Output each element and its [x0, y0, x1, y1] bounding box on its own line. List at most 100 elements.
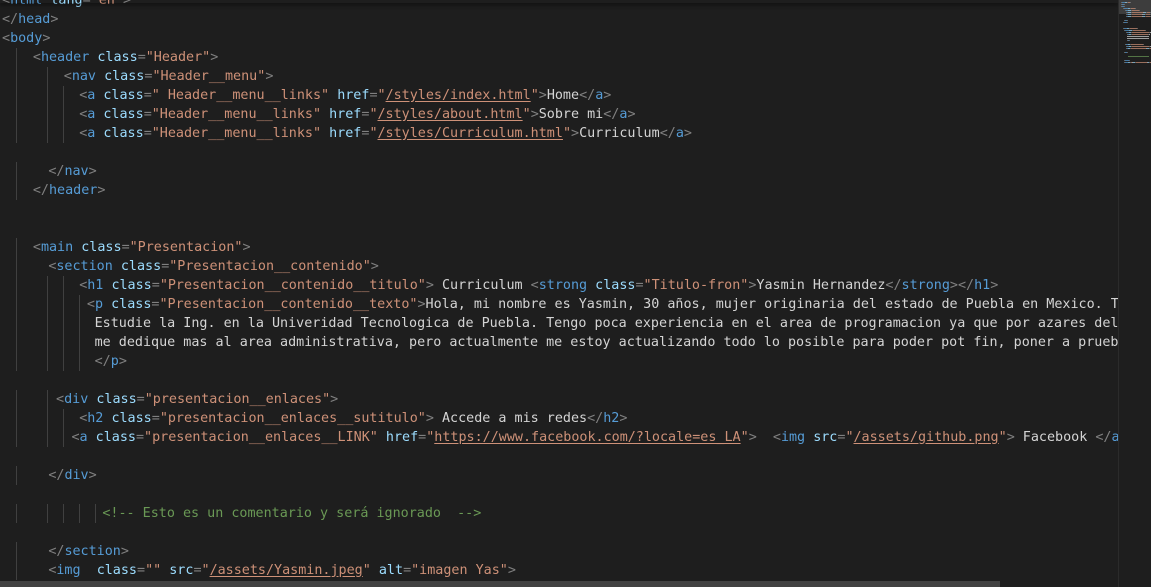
code-line[interactable]: <main class="Presentacion"> — [33, 238, 251, 257]
minimap[interactable] — [1118, 0, 1151, 587]
code-line[interactable]: <!-- Esto es un comentario y será ignora… — [102, 504, 481, 523]
code-line[interactable]: </p> — [95, 352, 127, 371]
code-token-punc: > — [97, 182, 106, 198]
code-token-punc: > — [122, 0, 131, 8]
indent-guide — [63, 275, 64, 295]
code-token-text: me dedique mas al area administrativa, p… — [94, 334, 1118, 350]
code-token-tag: p — [94, 296, 112, 312]
code-line[interactable]: <a class="Header__menu__links" href="/st… — [79, 105, 635, 124]
code-line[interactable]: <a class="Header__menu__links" href="/st… — [79, 124, 692, 143]
code-token-attr: class — [81, 239, 122, 255]
code-token-tag: main — [40, 239, 82, 255]
code-token-attr: href — [385, 429, 419, 445]
code-line[interactable]: <h1 class="Presentacion__contenido__titu… — [79, 276, 998, 295]
code-token-punc: = — [136, 391, 145, 407]
code-token-tag: a — [87, 106, 104, 122]
indent-guide — [63, 104, 64, 124]
code-token-punc: < — [71, 429, 80, 445]
indent-guide — [16, 541, 17, 561]
minimap-stroke — [1131, 44, 1143, 45]
indent-guide — [47, 408, 48, 428]
code-line[interactable]: </section> — [48, 542, 129, 561]
code-line[interactable]: <img class="" src="/assets/Yasmin.jpeg" … — [48, 561, 516, 580]
indent-guide — [47, 351, 48, 371]
code-token-tag: nav — [64, 163, 89, 179]
indent-guide — [63, 427, 64, 447]
code-line[interactable]: <a class="presentacion__enlaces__LINK" h… — [71, 428, 1118, 447]
code-token-punc: > — [507, 562, 516, 578]
code-token-str: "Header__menu" — [152, 68, 266, 84]
code-line[interactable]: </nav> — [48, 162, 96, 181]
code-token-punc: > — [683, 125, 692, 141]
code-token-punc: > — [425, 410, 434, 426]
code-line[interactable]: <section class="Presentacion__contenido"… — [48, 257, 379, 276]
minimap-stroke — [1138, 10, 1140, 11]
code-token-tag: div — [64, 391, 97, 407]
code-token-tag: section — [56, 258, 121, 274]
code-token-attr: lang — [50, 0, 83, 8]
code-line[interactable]: </div> — [48, 466, 96, 485]
code-token-punc: </ — [48, 467, 65, 483]
code-token-punc: > — [242, 239, 251, 255]
code-token-stru: https://www.facebook.com/?locale=es_LA — [434, 429, 741, 445]
code-line[interactable]: </header> — [33, 181, 106, 200]
code-token-str: " — [845, 429, 854, 445]
minimap-stroke — [1126, 52, 1128, 53]
code-token-tag: html — [10, 0, 51, 8]
code-line[interactable]: <a class=" Header__menu__links" href="/s… — [79, 86, 611, 105]
code-token-tag: strong — [538, 277, 596, 293]
code-token-str: "Header" — [145, 49, 211, 65]
code-token-punc: > — [425, 277, 434, 293]
code-token-text: Hola, mi nombre es Yasmin, 30 años, muje… — [425, 296, 1118, 312]
horizontal-scrollbar-thumb[interactable] — [0, 581, 1000, 587]
code-token-attr: class — [96, 391, 137, 407]
code-token-stru: /assets/github.png — [853, 429, 999, 445]
code-token-tag: a — [79, 429, 96, 445]
code-token-punc: > — [748, 429, 757, 445]
code-token-str: " — [377, 87, 386, 103]
code-line[interactable]: me dedique mas al area administrativa, p… — [95, 333, 1118, 352]
code-line[interactable]: <h2 class="presentacion__enlaces__sutitu… — [79, 409, 627, 428]
code-line[interactable]: <html lang="en"> — [2, 0, 131, 10]
code-token-punc: </ — [48, 163, 65, 179]
indent-guide — [47, 85, 48, 105]
code-token-tag: div — [64, 467, 89, 483]
minimap-stroke — [1131, 14, 1142, 15]
indent-guide — [79, 503, 80, 523]
indent-guide — [16, 351, 17, 371]
code-line[interactable]: </head> — [2, 10, 58, 29]
code-line[interactable]: <header class="Header"> — [33, 48, 218, 67]
minimap-stroke — [1132, 30, 1145, 31]
indent-guide — [47, 427, 48, 447]
code-token-punc: = — [635, 277, 644, 293]
code-line[interactable]: <p class="Presentacion__contenido__texto… — [87, 295, 1118, 314]
code-line[interactable]: <nav class="Header__menu"> — [64, 67, 274, 86]
indent-guide — [47, 332, 48, 352]
code-token-punc: = — [418, 429, 427, 445]
code-line[interactable]: <body> — [2, 29, 50, 48]
code-token-text: Yasmin Hernandez — [756, 277, 886, 293]
code-token-stru: /styles/Curriculum.html — [377, 125, 563, 141]
code-token-str: "presentacion__enlaces__sutitulo" — [159, 410, 426, 426]
code-token-attr: class — [96, 562, 137, 578]
code-token-attr: class — [111, 296, 152, 312]
indent-guide — [63, 313, 64, 333]
minimap-stroke — [1131, 48, 1146, 49]
code-token-tag: a — [87, 87, 104, 103]
indent-guide — [16, 180, 17, 200]
code-token-text: Accede a mis redes — [433, 410, 588, 426]
indent-guide — [47, 389, 48, 409]
indent-guide — [47, 123, 48, 143]
code-editor[interactable]: <html lang="en"> </head> <body> <header cla… — [0, 0, 1118, 587]
horizontal-scrollbar[interactable] — [0, 581, 1118, 587]
code-line[interactable]: <div class="presentacion__enlaces"> — [56, 390, 338, 409]
code-token-str: " — [740, 429, 749, 445]
minimap-stroke — [1130, 28, 1137, 29]
code-line[interactable]: Estudie la Ing. en la Univeridad Tecnolo… — [95, 314, 1118, 333]
indent-guide — [16, 237, 17, 257]
code-token-stru: /styles/about.html — [377, 106, 523, 122]
code-token-attr: class — [103, 87, 144, 103]
code-token-punc: < — [56, 391, 65, 407]
